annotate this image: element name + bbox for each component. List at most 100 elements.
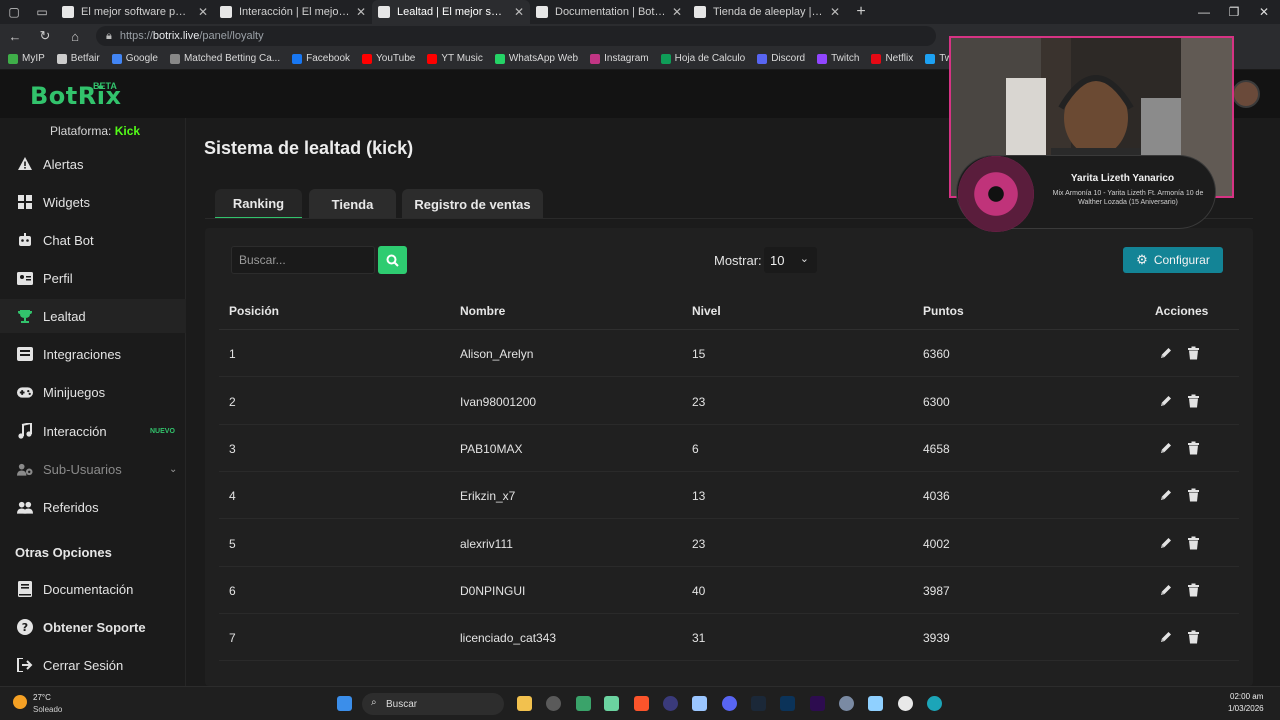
settings-icon[interactable] — [839, 696, 854, 711]
bookmark-item[interactable]: Facebook — [292, 53, 350, 64]
maximize-icon[interactable]: ❐ — [1218, 0, 1250, 24]
column-header-posicion[interactable]: Posición — [229, 304, 279, 318]
trash-icon[interactable] — [1187, 536, 1201, 550]
close-icon[interactable]: ✕ — [672, 5, 682, 19]
bookmark-item[interactable]: Betfair — [56, 53, 100, 64]
bookmark-item[interactable]: MyIP — [8, 53, 45, 64]
taskbar-search[interactable]: ⌕ Buscar — [362, 693, 504, 715]
workspaces-icon[interactable]: ▢ — [0, 0, 28, 24]
trash-icon[interactable] — [1187, 441, 1201, 455]
app-icon[interactable] — [604, 696, 619, 711]
tab-registro-ventas[interactable]: Registro de ventas — [402, 189, 543, 219]
clock-date[interactable]: 1/03/2026 — [1228, 704, 1264, 713]
sidebar-item-widgets[interactable]: Widgets — [0, 185, 186, 219]
trash-icon[interactable] — [1187, 583, 1201, 597]
user-avatar[interactable] — [1232, 80, 1260, 108]
tab-actions-icon[interactable]: ▭ — [28, 0, 56, 24]
cell-level: 6 — [692, 442, 699, 456]
bookmark-favicon-icon — [111, 53, 122, 64]
bookmark-item[interactable]: Discord — [757, 53, 805, 64]
cell-level: 23 — [692, 537, 706, 551]
close-icon[interactable]: ✕ — [198, 5, 208, 19]
column-header-puntos[interactable]: Puntos — [923, 304, 964, 318]
edit-icon[interactable] — [1159, 583, 1173, 597]
edit-icon[interactable] — [1159, 394, 1173, 408]
weather-temp[interactable]: 27°C — [33, 693, 51, 702]
bookmark-item[interactable]: Hoja de Calculo — [660, 53, 745, 64]
trash-icon[interactable] — [1187, 630, 1201, 644]
file-explorer-icon[interactable] — [517, 696, 532, 711]
show-entries-select[interactable]: 10 ⌄ — [764, 247, 817, 273]
browser-tab-active[interactable]: Lealtad | El mejor software para p ✕ — [372, 0, 530, 24]
edit-icon[interactable] — [1159, 346, 1173, 360]
discord-icon[interactable] — [722, 696, 737, 711]
browser-tab[interactable]: Documentation | Botrix ✕ — [530, 0, 688, 24]
bookmark-item[interactable]: YT Music — [427, 53, 483, 64]
chevron-down-icon[interactable]: ⌄ — [169, 464, 177, 475]
app-icon[interactable] — [576, 696, 591, 711]
close-icon[interactable]: ✕ — [356, 5, 366, 19]
column-header-nombre[interactable]: Nombre — [460, 304, 505, 318]
start-icon[interactable] — [337, 696, 352, 711]
app-icon[interactable] — [663, 696, 678, 711]
sidebar-item-interaccion[interactable]: Interacción NUEVO — [0, 414, 186, 448]
sidebar-item-documentacion[interactable]: Documentación — [0, 572, 186, 606]
bookmark-item[interactable]: Instagram — [590, 53, 649, 64]
bookmark-item[interactable]: Twitch — [817, 53, 859, 64]
edit-icon[interactable] — [1159, 441, 1173, 455]
bookmark-item[interactable]: Matched Betting Ca... — [169, 53, 281, 64]
album-art — [958, 156, 1034, 232]
trash-icon[interactable] — [1187, 346, 1201, 360]
sidebar-item-minijuegos[interactable]: Minijuegos — [0, 375, 186, 409]
edge-icon[interactable] — [927, 696, 942, 711]
trash-icon[interactable] — [1187, 394, 1201, 408]
sidebar-item-chat-bot[interactable]: Chat Bot — [0, 223, 186, 257]
edit-icon[interactable] — [1159, 536, 1173, 550]
search-input[interactable] — [231, 246, 375, 274]
configure-button[interactable]: ⚙ Configurar — [1123, 247, 1223, 273]
edit-icon[interactable] — [1159, 488, 1173, 502]
sidebar-item-soporte[interactable]: ? Obtener Soporte — [0, 610, 186, 644]
back-icon[interactable]: ← — [0, 24, 30, 48]
sidebar-item-lealtad[interactable]: Lealtad — [0, 299, 186, 333]
column-header-nivel[interactable]: Nivel — [692, 304, 721, 318]
url-input[interactable]: 🔒︎ https://botrix.live/panel/loyalty — [96, 26, 936, 46]
trash-icon[interactable] — [1187, 488, 1201, 502]
sidebar-item-integraciones[interactable]: Integraciones — [0, 337, 186, 371]
window-close-icon[interactable]: ✕ — [1248, 0, 1280, 24]
sidebar-item-alertas[interactable]: Alertas — [0, 147, 186, 181]
bookmark-item[interactable]: Google — [111, 53, 158, 64]
bookmark-label: Matched Betting Ca... — [183, 53, 281, 64]
calculator-icon[interactable] — [692, 696, 707, 711]
sidebar-item-referidos[interactable]: Referidos — [0, 490, 186, 524]
sidebar-item-sub-usuarios[interactable]: Sub-Usuarios ⌄ — [0, 452, 186, 486]
notepad-icon[interactable] — [868, 696, 883, 711]
bookmark-favicon-icon — [169, 53, 180, 64]
close-icon[interactable]: ✕ — [830, 5, 840, 19]
steam-icon[interactable] — [751, 696, 766, 711]
photoshop-icon[interactable] — [780, 696, 795, 711]
tab-tienda[interactable]: Tienda — [309, 189, 396, 219]
bookmark-item[interactable]: YouTube — [362, 53, 415, 64]
clock-time[interactable]: 02:00 am — [1230, 692, 1263, 701]
tab-ranking[interactable]: Ranking — [215, 189, 302, 219]
new-tab-icon[interactable]: + — [846, 0, 876, 24]
bookmark-item[interactable]: WhatsApp Web — [494, 53, 578, 64]
search-button[interactable] — [378, 246, 407, 274]
refresh-icon[interactable]: ↻ — [30, 24, 60, 48]
premiere-icon[interactable] — [810, 696, 825, 711]
sidebar-item-cerrar-sesion[interactable]: Cerrar Sesión — [0, 648, 186, 682]
brave-icon[interactable] — [634, 696, 649, 711]
close-icon[interactable]: ✕ — [514, 5, 524, 19]
bookmark-item[interactable]: Netflix — [871, 53, 913, 64]
sidebar-item-perfil[interactable]: Perfil — [0, 261, 186, 295]
media-player-icon[interactable] — [898, 696, 913, 711]
browser-tab[interactable]: Tienda de aleeplay | El mejor soft ✕ — [688, 0, 846, 24]
browser-tab[interactable]: El mejor software para pote ✕ — [56, 0, 214, 24]
edit-icon[interactable] — [1159, 630, 1173, 644]
home-icon[interactable]: ⌂ — [60, 24, 90, 48]
browser-tab[interactable]: Interacción | El mejor software pa ✕ — [214, 0, 372, 24]
chatgpt-icon[interactable] — [546, 696, 561, 711]
minimize-icon[interactable]: — — [1188, 0, 1220, 24]
weather-desc[interactable]: Soleado — [33, 705, 62, 714]
